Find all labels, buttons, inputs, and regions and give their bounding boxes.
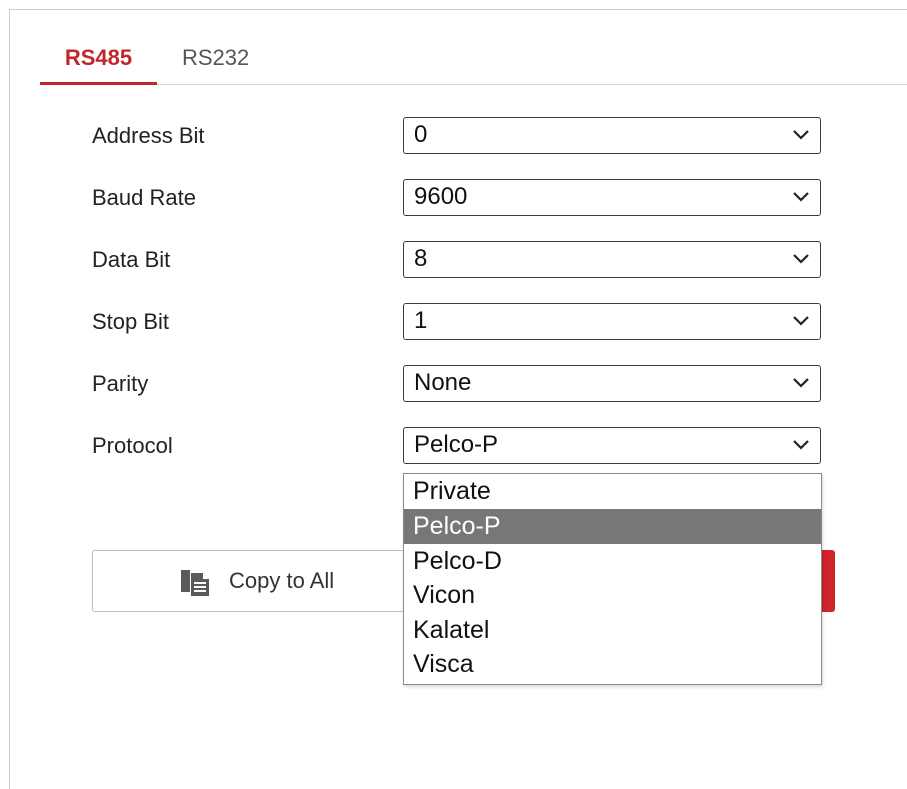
protocol-option[interactable]: Vicon [404,578,821,613]
address-bit-select[interactable]: 0 [403,117,821,154]
protocol-option-selected[interactable]: Pelco-P [404,509,821,544]
chevron-down-icon [793,254,809,264]
address-bit-value: 0 [414,121,428,148]
protocol-option[interactable]: Kalatel [404,613,821,648]
data-bit-value: 8 [414,245,428,272]
parity-select[interactable]: None [403,365,821,402]
chevron-down-icon [793,378,809,388]
protocol-value: Pelco-P [414,431,499,458]
tab-bar: RS485 RS232 [40,42,907,85]
data-bit-label: Data Bit [92,247,171,272]
data-bit-select[interactable]: 8 [403,241,821,278]
parity-value: None [414,369,472,396]
baud-rate-select[interactable]: 9600 [403,179,821,216]
copy-to-all-button[interactable]: Copy to All [92,550,422,612]
stop-bit-value: 1 [414,307,428,334]
protocol-option[interactable]: Private [404,474,821,509]
protocol-option[interactable]: Pelco-D [404,544,821,579]
chevron-down-icon [793,192,809,202]
protocol-select[interactable]: Pelco-P [403,427,821,464]
chevron-down-icon [793,440,809,450]
tab-rs232[interactable]: RS232 [182,42,249,82]
baud-rate-label: Baud Rate [92,185,196,210]
protocol-dropdown-list: Private Pelco-P Pelco-D Vicon Kalatel Vi… [403,473,822,685]
address-bit-label: Address Bit [92,123,205,148]
tab-rs485[interactable]: RS485 [40,42,157,85]
stop-bit-label: Stop Bit [92,309,170,334]
copy-to-all-label: Copy to All [229,568,335,593]
protocol-option[interactable]: Visca [404,647,821,682]
chevron-down-icon [793,130,809,140]
baud-rate-value: 9600 [414,183,468,210]
parity-label: Parity [92,371,149,396]
stop-bit-select[interactable]: 1 [403,303,821,340]
protocol-label: Protocol [92,433,173,458]
chevron-down-icon [793,316,809,326]
copy-icon [181,570,209,596]
